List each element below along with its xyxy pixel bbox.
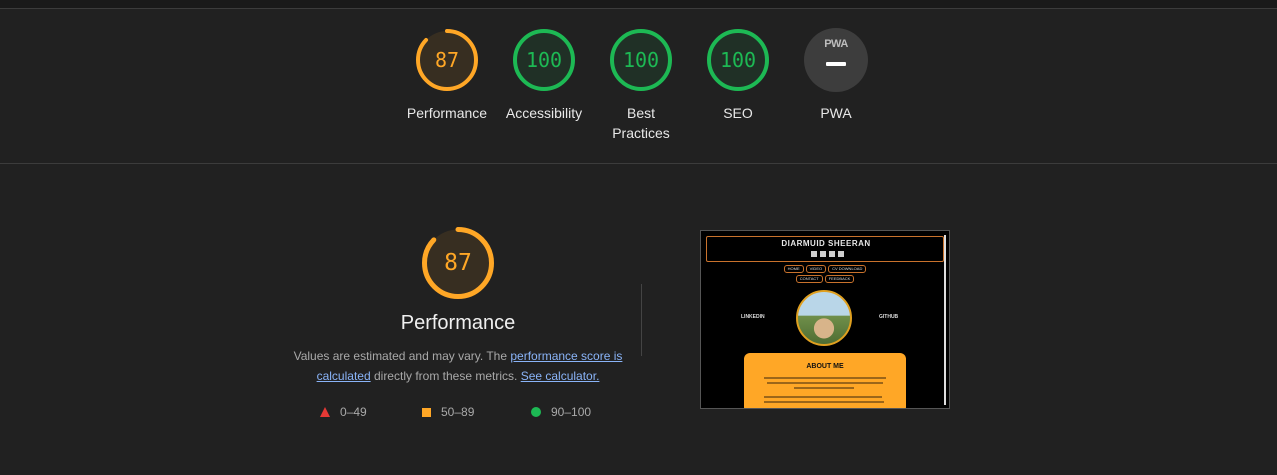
circle-icon — [531, 407, 541, 417]
gauge-ring: 100 — [609, 28, 673, 92]
screenshot-about-card: ABOUT ME — [744, 353, 906, 408]
gauge-label: Best Practices — [612, 105, 670, 141]
screenshot-linkedin: LINKEDIN — [741, 314, 765, 320]
legend-range: 0–49 — [340, 405, 367, 419]
screenshot-social-icons — [811, 251, 844, 257]
performance-gauge: 87 — [421, 226, 495, 300]
screenshot-nav-item: HOME — [783, 265, 804, 273]
gauge-ring: 100 — [512, 28, 576, 92]
section-divider — [0, 163, 1277, 164]
gauge-performance[interactable]: 87 Performance — [399, 28, 495, 123]
top-bar — [0, 0, 1277, 9]
gauge-score: 87 — [434, 48, 460, 72]
performance-description: Values are estimated and may vary. The p… — [290, 346, 626, 386]
performance-title: Performance — [400, 312, 516, 334]
screenshot-nav-item: FEEDBACK — [824, 275, 855, 283]
final-screenshot[interactable]: DIARMUID SHEERAN HOME VIDEO CV DOWNLOAD … — [700, 230, 950, 409]
screenshot-nav-item: VIDEO — [805, 265, 827, 273]
dash-icon — [826, 62, 846, 66]
see-calculator-link[interactable]: See calculator. — [521, 369, 600, 383]
legend-range: 50–89 — [441, 405, 475, 419]
gauge-label: Performance — [406, 105, 488, 121]
gauge-label: Accessibility — [505, 105, 583, 121]
screenshot-header: DIARMUID SHEERAN — [706, 236, 944, 262]
screenshot-site-name: DIARMUID SHEERAN — [781, 239, 871, 248]
pwa-badge-text: PWA — [824, 38, 848, 50]
pwa-badge-icon: PWA — [804, 28, 868, 92]
screenshot-nav-item: CV DOWNLOAD — [828, 265, 867, 273]
legend-range: 90–100 — [551, 405, 592, 419]
gauge-ring: 100 — [706, 28, 770, 92]
vertical-divider — [641, 284, 642, 356]
performance-score: 87 — [444, 250, 472, 276]
legend-average: 50–89 — [422, 404, 474, 420]
screenshot-nav-2: CONTACT FEEDBACK — [701, 275, 949, 283]
triangle-icon — [320, 407, 330, 417]
gauge-best-practices[interactable]: 100 Best Practices — [593, 28, 689, 143]
screenshot-about-title: ABOUT ME — [806, 363, 844, 370]
desc-text-2: directly from these metrics. — [370, 369, 521, 383]
gauge-seo[interactable]: 100 SEO — [690, 28, 786, 123]
legend-pass: 90–100 — [531, 404, 591, 420]
screenshot-scrollbar — [944, 235, 946, 405]
screenshot-github: GITHUB — [879, 314, 899, 320]
gauge-score: 100 — [622, 48, 660, 72]
square-icon — [422, 407, 431, 417]
gauge-score: 100 — [719, 48, 757, 72]
screenshot-avatar — [796, 290, 852, 346]
gauge-accessibility[interactable]: 100 Accessibility — [496, 28, 592, 123]
gauge-pwa[interactable]: PWA PWA — [788, 28, 884, 123]
screenshot-nav-item: CONTACT — [795, 275, 823, 283]
desc-text-1: Values are estimated and may vary. The — [293, 349, 511, 363]
gauge-ring: 87 — [415, 28, 479, 92]
gauge-score: 100 — [525, 48, 563, 72]
screenshot-nav: HOME VIDEO CV DOWNLOAD — [701, 265, 949, 273]
gauge-label: PWA — [820, 105, 852, 121]
legend-fail: 0–49 — [320, 404, 367, 420]
gauge-label: SEO — [723, 105, 753, 121]
